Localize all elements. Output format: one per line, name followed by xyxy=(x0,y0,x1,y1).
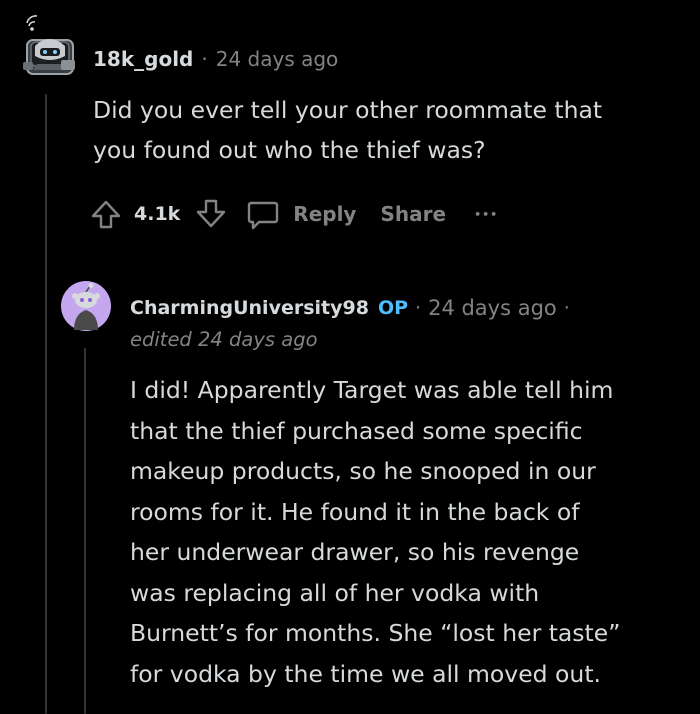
more-options-button[interactable]: ••• xyxy=(474,208,498,221)
separator: · xyxy=(563,297,570,319)
op-badge: OP xyxy=(377,297,409,319)
timestamp[interactable]: 24 days ago xyxy=(428,296,557,320)
downvote-button[interactable] xyxy=(193,196,229,232)
upvote-button[interactable] xyxy=(88,196,124,232)
avatar[interactable] xyxy=(17,12,85,80)
comment-header: 18k_gold · 24 days ago xyxy=(93,44,338,74)
action-bar: 4.1k Reply Share ••• xyxy=(88,194,498,234)
upvote-arrow-icon xyxy=(91,200,121,229)
avatar[interactable] xyxy=(60,280,112,332)
username[interactable]: CharmingUniversity98 xyxy=(130,297,369,319)
edited-note: edited 24 days ago xyxy=(130,328,318,351)
timestamp[interactable]: 24 days ago xyxy=(216,47,339,71)
comment-header: CharmingUniversity98 OP · 24 days ago · xyxy=(130,293,570,323)
share-button[interactable]: Share xyxy=(380,202,446,226)
comment-thread: 18k_gold · 24 days ago Did you ever tell… xyxy=(0,0,700,714)
thread-line-comment1[interactable] xyxy=(45,94,47,714)
comment-body: I did! Apparently Target was able tell h… xyxy=(130,376,621,688)
speech-bubble-icon xyxy=(248,201,279,230)
username[interactable]: 18k_gold xyxy=(93,47,193,71)
separator: · xyxy=(415,297,422,319)
more-options-icon: ••• xyxy=(474,207,499,221)
thread-line-comment2[interactable] xyxy=(84,348,86,714)
reply-button[interactable]: Reply xyxy=(245,196,356,232)
reply-label: Reply xyxy=(293,202,357,226)
share-label: Share xyxy=(380,202,447,226)
snoo-avatar-icon xyxy=(23,15,75,75)
comment-body: Did you ever tell your other roommate th… xyxy=(93,96,603,164)
vote-count: 4.1k xyxy=(134,203,181,225)
default-snoo-avatar-icon xyxy=(61,281,111,331)
separator: · xyxy=(201,47,208,71)
downvote-arrow-icon xyxy=(197,199,226,228)
